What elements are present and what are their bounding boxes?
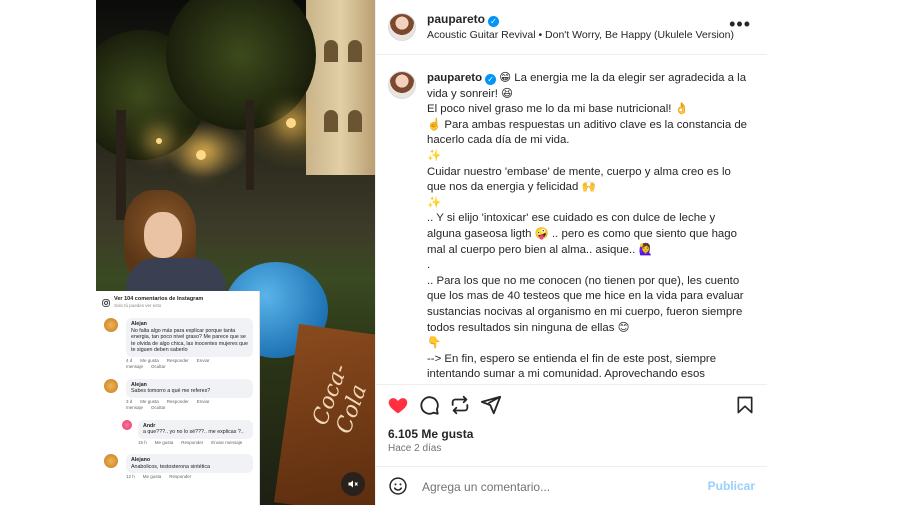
street-lamp (286, 118, 296, 128)
caption-text: paupareto ✓ 😁 La energia me la da elegir … (427, 71, 749, 384)
comment-bubble: Alejan No falta algo más para explicar po… (126, 318, 253, 357)
comment-meta: 15 h Me gusta Responder Enviar mensaje (138, 440, 253, 447)
comment-meta: 3 d Me gusta Responder Enviar mensaje Oculta… (126, 399, 253, 412)
comment-meta-item: Responder (169, 474, 192, 479)
post-media[interactable]: Coca-Cola Ver 104 comentarios de Instagr… (96, 0, 375, 505)
caption-avatar[interactable] (388, 71, 416, 99)
comment-bubble: Andr a que???.. yo no lo sé???.. me expli… (138, 419, 253, 439)
comments-screenshot-header: Ver 104 comentarios de Instagram Solo tú… (96, 291, 259, 312)
caption-body: 😁 La energia me la da elegir ser agradec… (427, 72, 748, 384)
comment-meta-item: Ocultar (151, 364, 166, 369)
building (306, 0, 375, 175)
comment-text: Sabes tomorro a qué me referes? (131, 388, 211, 394)
muted-speaker-icon (348, 480, 358, 488)
bookmark-icon (737, 396, 753, 414)
comment-meta-item: Responder (181, 439, 204, 445)
street-lamp (156, 138, 162, 144)
post-sidebar: paupareto ✓ Acoustic Guitar Revival • Don… (375, 0, 767, 505)
embedded-comment: Alejan Sabes tomorro a qué me referes? 3 d… (96, 377, 259, 414)
author-username[interactable]: paupareto ✓ (427, 12, 500, 27)
street-lamp (196, 150, 206, 160)
like-button[interactable] (386, 393, 410, 417)
username-text[interactable]: paupareto (427, 12, 485, 26)
comment-bubble: Alejano Anabolicos, testosterona sintétic… (126, 454, 253, 473)
verified-badge-icon: ✓ (485, 74, 497, 85)
embedded-comment: Alejan No falta algo más para explicar po… (96, 316, 259, 373)
avatar[interactable] (388, 13, 416, 41)
comment-meta-item: Me gusta (140, 398, 159, 404)
comment-meta: 4 d Me gusta Responder Enviar mensaje Oculta… (126, 358, 253, 371)
emoji-icon (389, 477, 407, 495)
commenter-avatar (104, 454, 118, 468)
caption-area: paupareto ✓ 😁 La energia me la da elegir … (376, 54, 767, 384)
post-header: paupareto ✓ Acoustic Guitar Revival • Don… (376, 0, 767, 55)
comment-meta-item: Responder (166, 357, 189, 363)
comment-meta-item: 12 h (126, 474, 135, 479)
comment-meta-item: Me gusta (154, 439, 174, 445)
post-timestamp: Hace 2 días (388, 443, 442, 454)
commenter-avatar (104, 378, 118, 393)
embedded-comment: Alejano Anabolicos, testosterona sintétic… (96, 452, 259, 483)
embedded-comment: Andr a que???.. yo no lo sé???.. me expli… (96, 418, 259, 449)
instagram-icon (102, 298, 110, 307)
repost-button[interactable] (448, 393, 472, 417)
comment-meta-item: Me gusta (142, 474, 162, 479)
send-icon (480, 395, 502, 415)
comment-text: No falta algo más para explicar porque t… (131, 327, 248, 354)
heart-filled-icon (388, 398, 408, 414)
commenter-avatar (104, 318, 118, 332)
comment-meta-item: Me gusta (140, 357, 159, 363)
commenter-avatar (122, 419, 132, 430)
save-button[interactable] (733, 393, 757, 417)
comment-meta-item: 4 d (126, 357, 133, 363)
audio-track[interactable]: Acoustic Guitar Revival • Don't Worry, B… (427, 29, 734, 41)
comments-screenshot-list: Alejan No falta algo más para explicar po… (96, 316, 259, 483)
likes-count[interactable]: 6.105 Me gusta (388, 427, 473, 441)
comment-bubble: Alejan Sabes tomorro a qué me referes? (126, 378, 253, 398)
comments-screenshot-title: Ver 104 comentarios de Instagram (114, 296, 204, 302)
child-face (144, 212, 182, 258)
comment-meta-item: 15 h (138, 439, 147, 445)
comments-screenshot: Ver 104 comentarios de Instagram Solo tú… (96, 291, 260, 505)
more-options-button[interactable]: ••• (729, 14, 751, 35)
share-button[interactable] (479, 393, 503, 417)
caption-username[interactable]: paupareto (427, 72, 482, 84)
repost-icon (451, 395, 469, 415)
instagram-post: Coca-Cola Ver 104 comentarios de Instagr… (96, 0, 767, 505)
action-bar (376, 384, 767, 425)
more-horizontal-icon: ••• (729, 14, 751, 34)
comment-meta-item: Enviar mensaje (211, 439, 243, 445)
comment-meta-item: Ocultar (151, 405, 166, 410)
comment-text: Anabolicos, testosterona sintética (131, 463, 210, 470)
comment-meta-item: 3 d (126, 398, 133, 404)
comment-text: a que???.. yo no lo sé???.. me explicas … (143, 429, 244, 435)
comment-meta: 12 h Me gusta Responder (126, 474, 253, 481)
emoji-button[interactable] (388, 476, 408, 496)
comment-meta-item: Responder (166, 398, 189, 404)
mute-button[interactable] (341, 472, 365, 496)
comment-input[interactable] (420, 477, 704, 497)
comment-composer: Publicar (376, 466, 767, 506)
comments-screenshot-subtitle: Solo tú puedes ver esto (114, 302, 162, 308)
verified-badge-icon: ✓ (488, 16, 500, 27)
comment-icon (420, 396, 439, 415)
publish-button[interactable]: Publicar (708, 479, 755, 493)
comment-button[interactable] (417, 393, 441, 417)
